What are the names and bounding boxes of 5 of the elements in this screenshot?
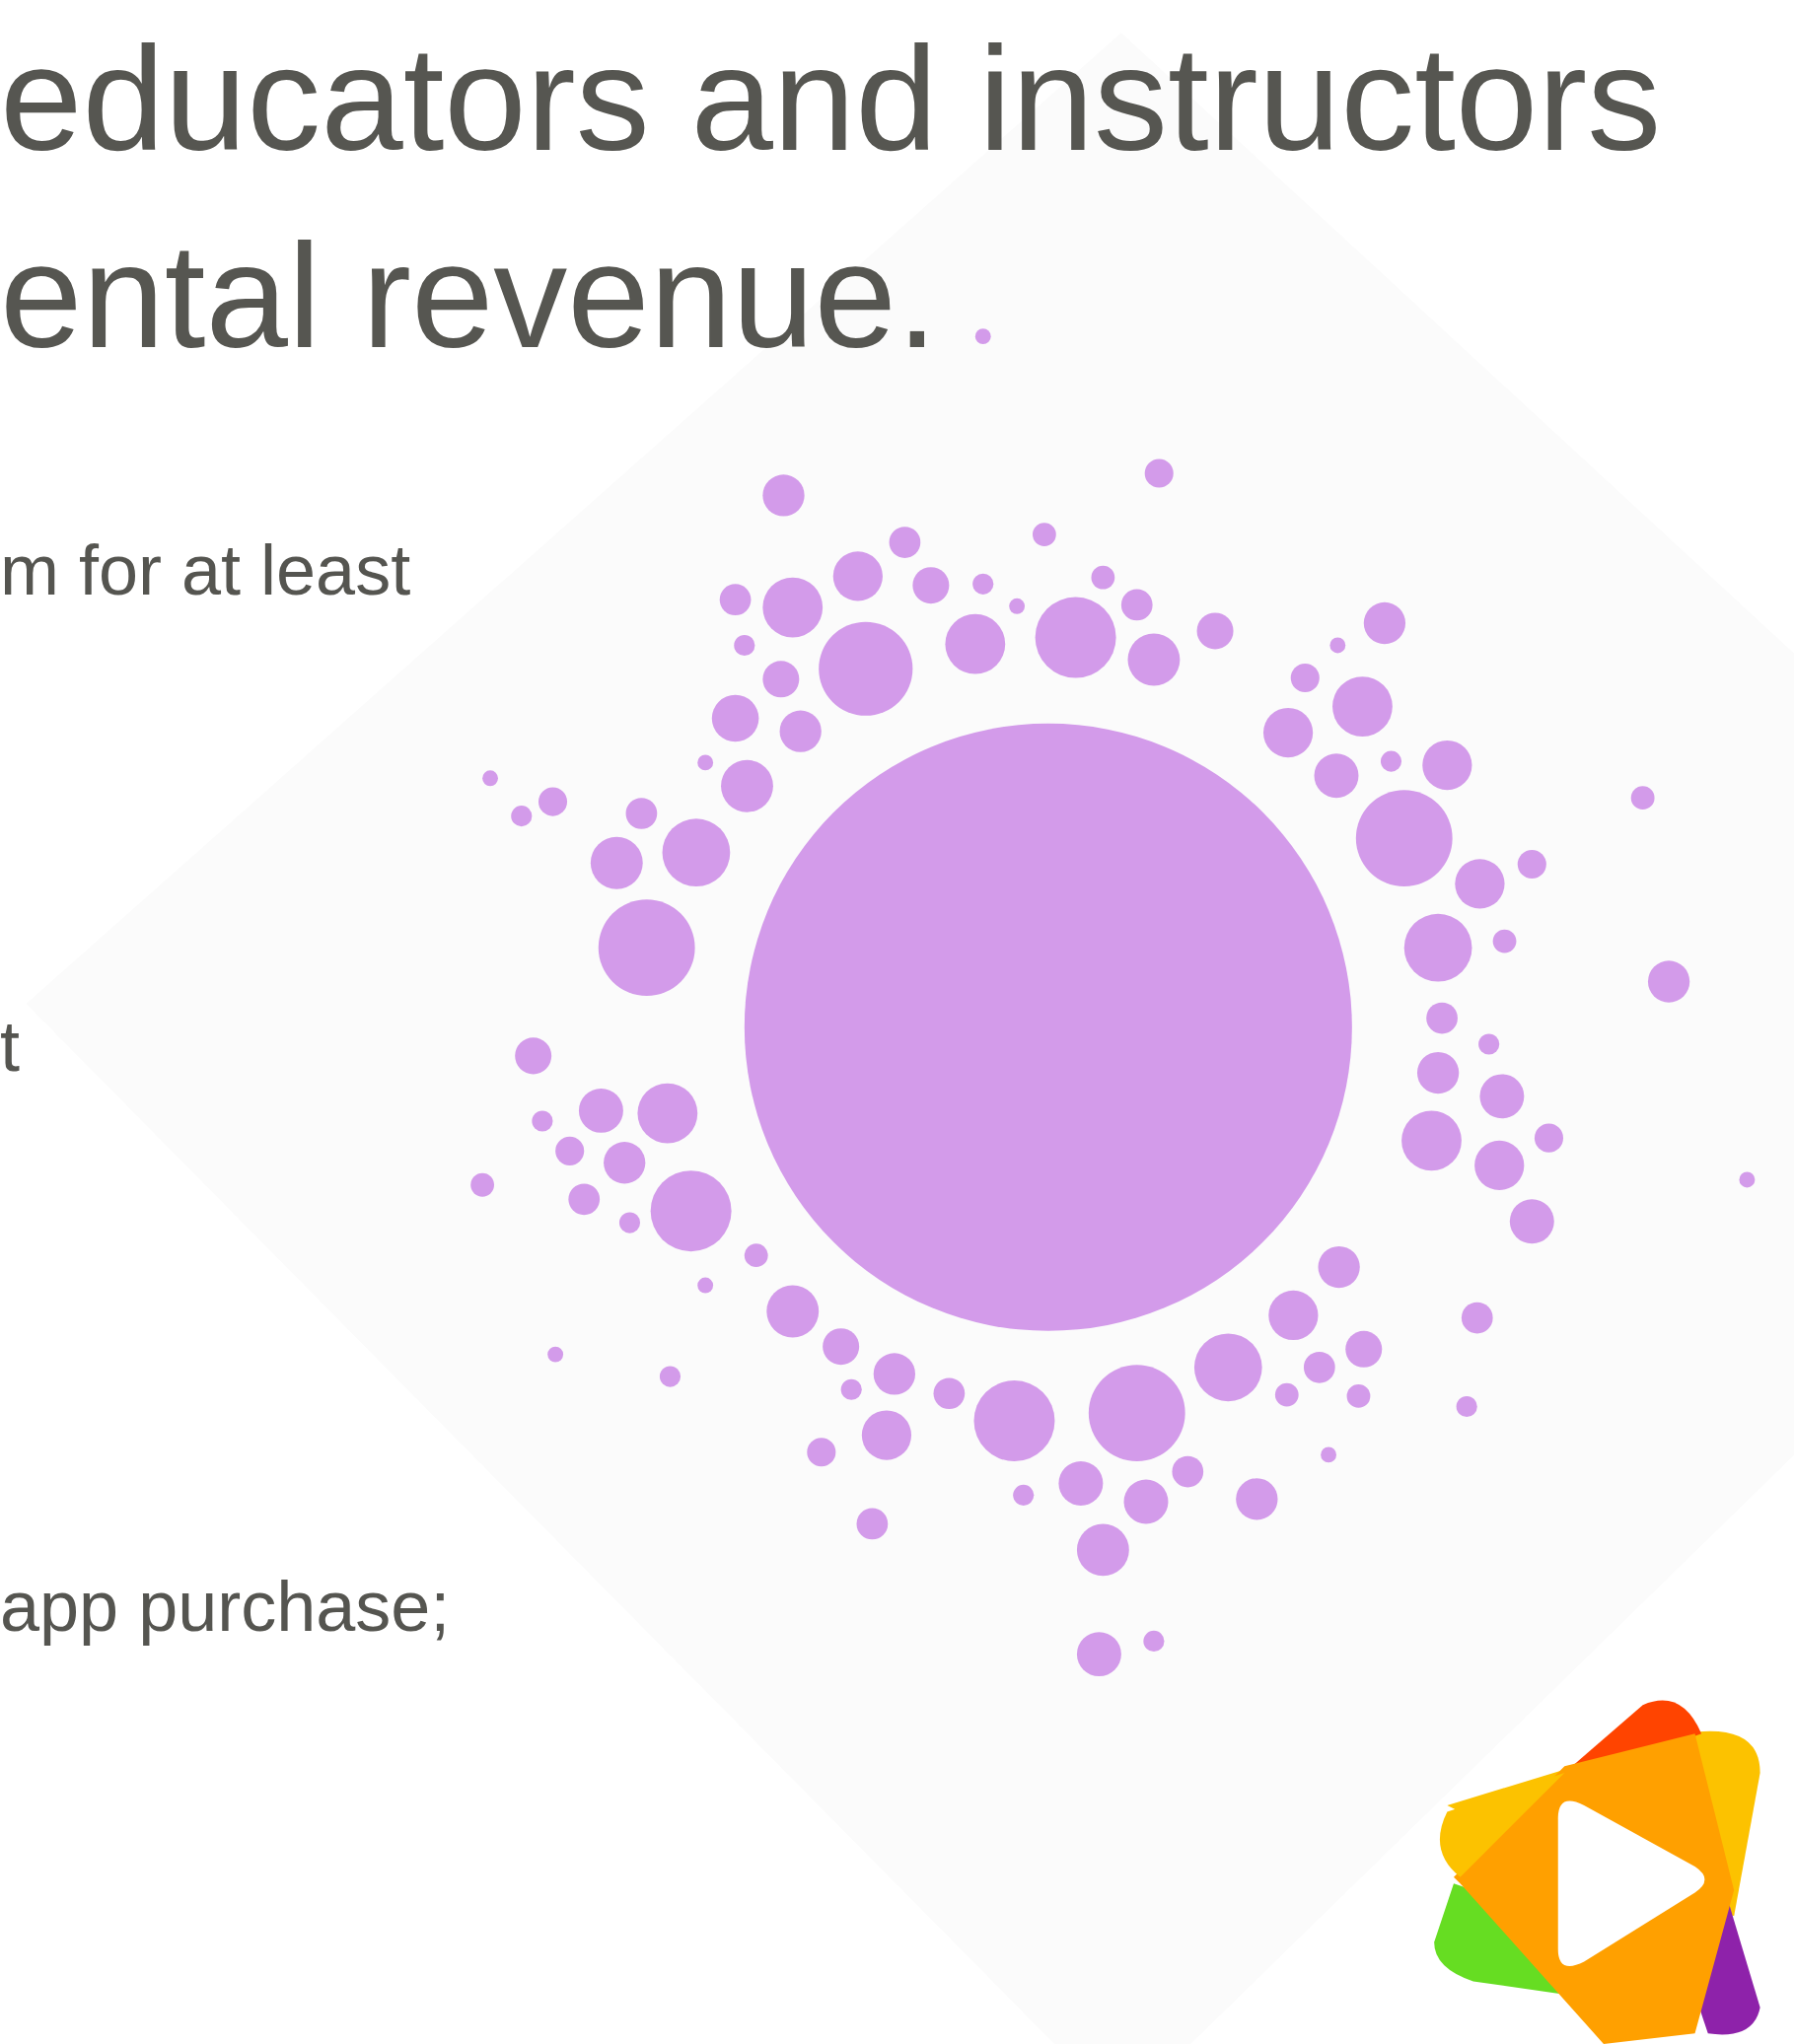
heading-line: educators and instructors xyxy=(0,15,1663,183)
heading-line: ental revenue. xyxy=(0,212,939,381)
body-text: t xyxy=(0,1006,20,1088)
body-text: m for at least xyxy=(0,529,411,611)
body-text: app purchase; xyxy=(0,1566,451,1648)
